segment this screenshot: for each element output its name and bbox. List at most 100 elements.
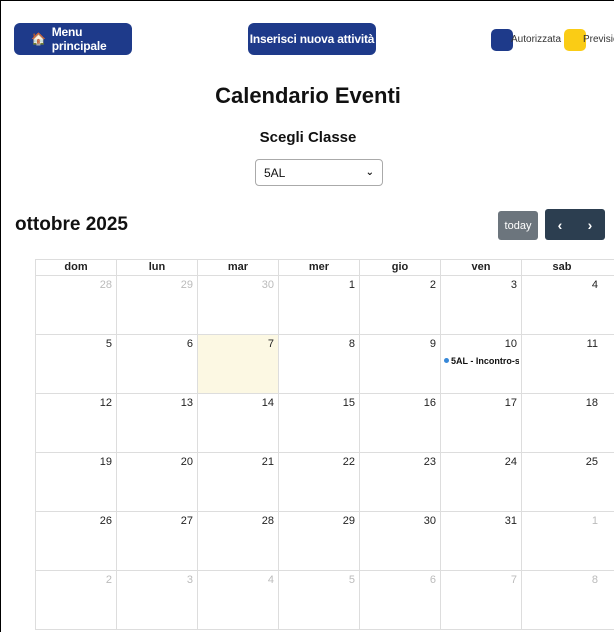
day-number[interactable]: 6 <box>187 338 193 350</box>
calendar-day[interactable]: 22 <box>278 453 359 511</box>
day-number[interactable]: 12 <box>100 397 112 409</box>
day-number[interactable]: 14 <box>262 397 274 409</box>
day-number[interactable]: 3 <box>511 279 517 291</box>
prev-month-button[interactable]: ‹ <box>545 209 575 240</box>
day-number[interactable]: 5 <box>106 338 112 350</box>
calendar-day[interactable]: 26 <box>35 512 116 570</box>
day-number[interactable]: 30 <box>262 279 274 291</box>
day-number[interactable]: 17 <box>505 397 517 409</box>
day-number[interactable]: 1 <box>592 515 598 527</box>
chevron-left-icon: ‹ <box>557 216 563 233</box>
weekday-header: lun <box>116 260 197 275</box>
calendar-day[interactable]: 1 <box>278 276 359 334</box>
day-number[interactable]: 30 <box>424 515 436 527</box>
chevron-right-icon: › <box>587 216 593 233</box>
day-number[interactable]: 31 <box>505 515 517 527</box>
calendar-day[interactable]: 7 <box>440 571 521 629</box>
day-number[interactable]: 11 <box>587 338 598 350</box>
day-number[interactable]: 7 <box>511 574 517 586</box>
calendar-day[interactable]: 4 <box>521 276 602 334</box>
next-month-button[interactable]: › <box>575 209 605 240</box>
calendar-day[interactable]: 25 <box>521 453 602 511</box>
calendar-day[interactable]: 2 <box>359 276 440 334</box>
calendar-day[interactable]: 30 <box>359 512 440 570</box>
calendar-day[interactable]: 28 <box>197 512 278 570</box>
calendar-day[interactable]: 29 <box>116 276 197 334</box>
calendar-day[interactable]: 20 <box>116 453 197 511</box>
calendar-day[interactable]: 28 <box>35 276 116 334</box>
calendar-day[interactable]: 17 <box>440 394 521 452</box>
day-number[interactable]: 23 <box>424 456 436 468</box>
day-number[interactable]: 18 <box>586 397 598 409</box>
day-number[interactable]: 1 <box>349 279 355 291</box>
day-number[interactable]: 4 <box>592 279 598 291</box>
house-icon: 🏠 <box>31 32 46 46</box>
today-button[interactable]: today <box>498 211 538 240</box>
calendar-day[interactable]: 16 <box>359 394 440 452</box>
calendar-day[interactable]: 21 <box>197 453 278 511</box>
main-menu-button[interactable]: 🏠 Menu principale <box>14 23 132 55</box>
calendar-day-today[interactable]: 7 <box>197 335 278 393</box>
calendar-day[interactable]: 23 <box>359 453 440 511</box>
day-number[interactable]: 2 <box>106 574 112 586</box>
day-number[interactable]: 20 <box>181 456 193 468</box>
calendar-day[interactable]: 14 <box>197 394 278 452</box>
legend-forecast-label: Prevision <box>583 34 614 45</box>
day-number[interactable]: 25 <box>586 456 598 468</box>
day-number[interactable]: 26 <box>100 515 112 527</box>
calendar-day[interactable]: 9 <box>359 335 440 393</box>
calendar-day[interactable]: 4 <box>197 571 278 629</box>
new-activity-button[interactable]: Inserisci nuova attività <box>248 23 376 55</box>
day-number[interactable]: 13 <box>181 397 193 409</box>
day-number[interactable]: 2 <box>430 279 436 291</box>
calendar-day[interactable]: 19 <box>35 453 116 511</box>
day-number[interactable]: 3 <box>187 574 193 586</box>
calendar-day[interactable]: 13 <box>116 394 197 452</box>
calendar-day[interactable]: 8 <box>521 571 602 629</box>
day-number[interactable]: 16 <box>424 397 436 409</box>
calendar-day[interactable]: 24 <box>440 453 521 511</box>
day-number[interactable]: 8 <box>349 338 355 350</box>
calendar-day[interactable]: 3 <box>116 571 197 629</box>
calendar-day[interactable]: 8 <box>278 335 359 393</box>
event-dot-icon <box>444 358 449 363</box>
calendar-day[interactable]: 12 <box>35 394 116 452</box>
class-picker-label: Scegli Classe <box>259 129 357 146</box>
calendar-day[interactable]: 30 <box>197 276 278 334</box>
day-number[interactable]: 28 <box>100 279 112 291</box>
class-select[interactable]: 5AL ⌄ <box>255 159 383 186</box>
day-number[interactable]: 4 <box>268 574 274 586</box>
calendar-day[interactable]: 3 <box>440 276 521 334</box>
calendar-day[interactable]: 10 5AL - Incontro-se <box>440 335 521 393</box>
legend-authorized-label: Autorizzata <box>511 34 562 45</box>
day-number[interactable]: 24 <box>505 456 517 468</box>
calendar-event[interactable]: 5AL - Incontro-se <box>444 356 519 366</box>
day-number[interactable]: 21 <box>262 456 274 468</box>
day-number[interactable]: 28 <box>262 515 274 527</box>
calendar-day[interactable]: 5 <box>35 335 116 393</box>
day-number[interactable]: 6 <box>430 574 436 586</box>
day-number[interactable]: 29 <box>343 515 355 527</box>
calendar-week-row: 5 6 7 8 9 10 5AL - Incontro-se 11 <box>35 335 614 394</box>
day-number[interactable]: 5 <box>349 574 355 586</box>
day-number[interactable]: 27 <box>181 515 193 527</box>
calendar-day[interactable]: 11 <box>521 335 602 393</box>
calendar-day[interactable]: 6 <box>359 571 440 629</box>
day-number[interactable]: 15 <box>343 397 355 409</box>
calendar-day[interactable]: 2 <box>35 571 116 629</box>
calendar-day[interactable]: 31 <box>440 512 521 570</box>
calendar-day[interactable]: 29 <box>278 512 359 570</box>
calendar-day[interactable]: 6 <box>116 335 197 393</box>
day-number[interactable]: 10 <box>505 338 517 350</box>
day-number[interactable]: 9 <box>430 338 436 350</box>
day-number[interactable]: 7 <box>268 338 274 350</box>
calendar-day[interactable]: 18 <box>521 394 602 452</box>
calendar-day[interactable]: 5 <box>278 571 359 629</box>
day-number[interactable]: 29 <box>181 279 193 291</box>
day-number[interactable]: 19 <box>100 456 112 468</box>
calendar-day[interactable]: 27 <box>116 512 197 570</box>
day-number[interactable]: 8 <box>592 574 598 586</box>
day-number[interactable]: 22 <box>343 456 355 468</box>
calendar-day[interactable]: 15 <box>278 394 359 452</box>
calendar-day[interactable]: 1 <box>521 512 602 570</box>
